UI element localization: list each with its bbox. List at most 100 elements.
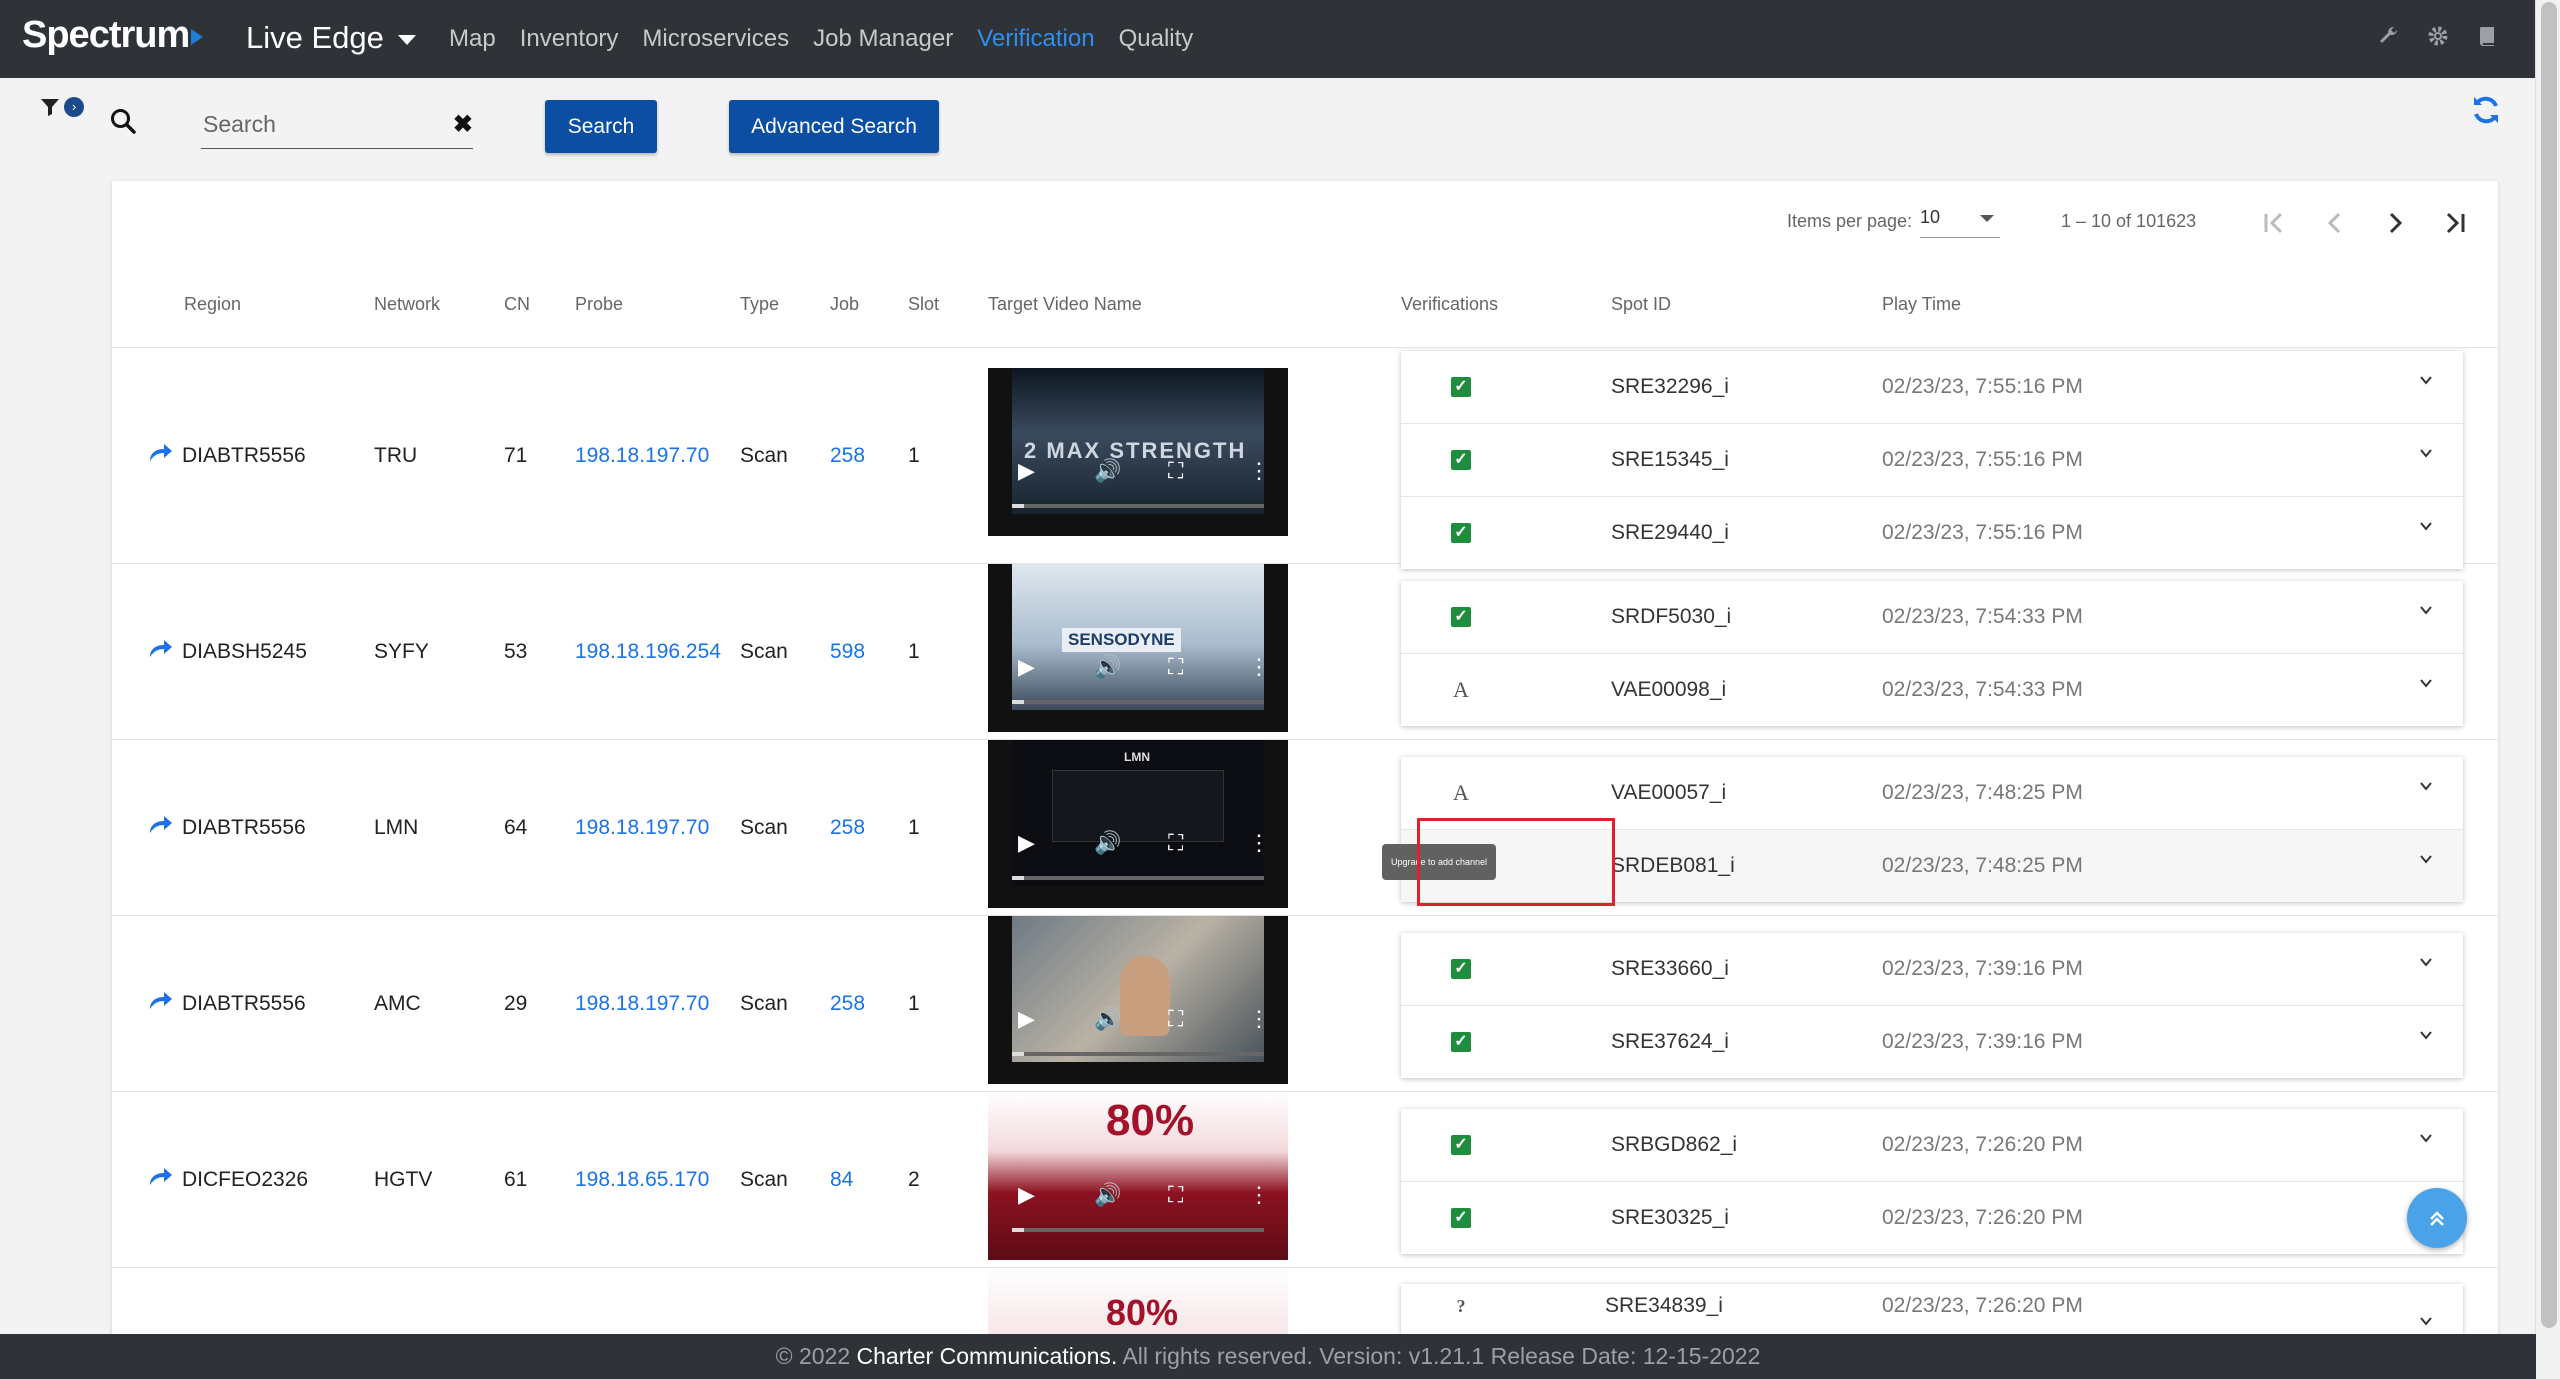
job-link[interactable]: 598 — [830, 640, 865, 664]
video-player[interactable]: 80% ▶ 🔊 ⛶ ⋮ — [988, 1092, 1288, 1260]
play-icon[interactable]: ▶ — [1018, 458, 1035, 484]
probe-link[interactable]: 198.18.196.254 — [575, 640, 721, 664]
share-arrow-icon[interactable] — [148, 1165, 174, 1187]
verification-row[interactable]: A VAE00098_i 02/23/23, 7:54:33 PM — [1401, 654, 2463, 726]
more-options-icon[interactable]: ⋮ — [1248, 654, 1270, 680]
last-page-button[interactable] — [2435, 203, 2475, 243]
verification-row[interactable]: ✓ SRE37624_i 02/23/23, 7:39:16 PM — [1401, 1006, 2463, 1078]
nav-map[interactable]: Map — [449, 25, 496, 53]
play-icon[interactable]: ▶ — [1018, 654, 1035, 680]
job-link[interactable]: 84 — [830, 1168, 853, 1192]
play-icon[interactable]: ▶ — [1018, 1182, 1035, 1208]
product-selector[interactable]: Live Edge — [246, 20, 416, 56]
column-header-verifications[interactable]: Verifications — [1401, 294, 1498, 315]
chevron-down-icon[interactable] — [2419, 446, 2433, 460]
chevron-down-icon[interactable] — [2419, 1131, 2433, 1145]
column-header-target-video-name[interactable]: Target Video Name — [988, 294, 1142, 315]
play-icon[interactable]: ▶ — [1018, 1006, 1035, 1032]
column-header-play-time[interactable]: Play Time — [1882, 294, 1961, 315]
nav-job-manager[interactable]: Job Manager — [813, 25, 953, 53]
job-link[interactable]: 258 — [830, 816, 865, 840]
chevron-down-icon[interactable] — [2419, 519, 2433, 533]
items-per-page-select[interactable]: 10 — [1920, 207, 2000, 238]
volume-icon[interactable]: 🔊 — [1094, 1006, 1121, 1032]
advanced-search-button[interactable]: Advanced Search — [729, 100, 939, 153]
next-page-button[interactable] — [2375, 203, 2415, 243]
wrench-icon[interactable] — [2376, 24, 2400, 55]
fullscreen-icon[interactable]: ⛶ — [1168, 654, 1183, 680]
chevron-down-icon[interactable] — [2419, 373, 2433, 387]
first-page-button[interactable] — [2255, 203, 2295, 243]
more-options-icon[interactable]: ⋮ — [1248, 458, 1270, 484]
volume-icon[interactable]: 🔊 — [1094, 458, 1121, 484]
share-arrow-icon[interactable] — [148, 637, 174, 659]
search-button[interactable]: Search — [545, 100, 657, 153]
verification-row[interactable]: ✓ SRE32296_i 02/23/23, 7:55:16 PM — [1401, 351, 2463, 424]
column-header-network[interactable]: Network — [374, 294, 440, 315]
job-link[interactable]: 258 — [830, 444, 865, 468]
chevron-down-icon[interactable] — [2419, 676, 2433, 690]
volume-icon[interactable]: 🔊 — [1094, 830, 1121, 856]
job-link[interactable]: 258 — [830, 992, 865, 1016]
column-header-spot-id[interactable]: Spot ID — [1611, 294, 1671, 315]
column-header-cn[interactable]: CN — [504, 294, 530, 315]
probe-link[interactable]: 198.18.197.70 — [575, 992, 709, 1016]
verification-row[interactable]: ✓ SRE33660_i 02/23/23, 7:39:16 PM — [1401, 933, 2463, 1006]
share-arrow-icon[interactable] — [148, 441, 174, 463]
filter-toggle-icon[interactable]: › — [64, 97, 84, 117]
volume-icon[interactable]: 🔊 — [1094, 1182, 1121, 1208]
column-header-probe[interactable]: Probe — [575, 294, 623, 315]
gear-icon[interactable] — [2426, 24, 2450, 55]
video-player[interactable]: 80% — [988, 1268, 1288, 1341]
more-options-icon[interactable]: ⋮ — [1248, 1182, 1270, 1208]
verification-row[interactable]: ✓ SRDF5030_i 02/23/23, 7:54:33 PM — [1401, 581, 2463, 654]
scrollbar-thumb[interactable] — [2541, 2, 2557, 1328]
probe-link[interactable]: 198.18.65.170 — [575, 1168, 709, 1192]
fullscreen-icon[interactable]: ⛶ — [1168, 458, 1183, 484]
chevron-down-icon[interactable] — [2419, 1028, 2433, 1042]
fullscreen-icon[interactable]: ⛶ — [1168, 1006, 1183, 1032]
refresh-icon[interactable] — [2470, 94, 2502, 126]
clear-icon[interactable]: ✖ — [453, 110, 473, 139]
video-player[interactable]: ▶ 🔊 ⛶ ⋮ — [988, 916, 1288, 1084]
filter-icon[interactable] — [40, 97, 60, 123]
more-options-icon[interactable]: ⋮ — [1248, 830, 1270, 856]
fullscreen-icon[interactable]: ⛶ — [1168, 1182, 1183, 1208]
nav-inventory[interactable]: Inventory — [520, 25, 619, 53]
verification-row[interactable]: ✓ SRE15345_i 02/23/23, 7:55:16 PM — [1401, 424, 2463, 497]
search-input[interactable] — [201, 110, 425, 139]
probe-link[interactable]: 198.18.197.70 — [575, 816, 709, 840]
more-options-icon[interactable]: ⋮ — [1248, 1006, 1270, 1032]
previous-page-button[interactable] — [2315, 203, 2355, 243]
scroll-to-top-button[interactable] — [2407, 1188, 2467, 1248]
video-progress-bar[interactable] — [1012, 1228, 1264, 1232]
verification-row[interactable]: ? SRE34839_i 02/23/23, 7:26:20 PM — [1401, 1284, 2463, 1334]
nav-quality[interactable]: Quality — [1119, 25, 1194, 53]
share-arrow-icon[interactable] — [148, 989, 174, 1011]
verification-row[interactable]: ✓ SRE30325_i 02/23/23, 7:26:20 PM — [1401, 1182, 2463, 1254]
play-icon[interactable]: ▶ — [1018, 830, 1035, 856]
column-header-job[interactable]: Job — [830, 294, 859, 315]
chevron-down-icon[interactable] — [2419, 779, 2433, 793]
video-progress-bar[interactable] — [1012, 876, 1264, 880]
column-header-type[interactable]: Type — [740, 294, 779, 315]
chevron-down-icon[interactable] — [2419, 852, 2433, 866]
volume-icon[interactable]: 🔊 — [1094, 654, 1121, 680]
column-header-region[interactable]: Region — [184, 294, 241, 315]
verification-row[interactable]: ✓ SRBGD862_i 02/23/23, 7:26:20 PM — [1401, 1109, 2463, 1182]
spectrum-logo[interactable]: Spectrum — [22, 14, 204, 57]
search-icon[interactable] — [110, 108, 136, 134]
video-player[interactable]: LMN ▶ 🔊 ⛶ ⋮ — [988, 740, 1288, 908]
column-header-slot[interactable]: Slot — [908, 294, 939, 315]
nav-verification[interactable]: Verification — [977, 25, 1094, 53]
fullscreen-icon[interactable]: ⛶ — [1168, 830, 1183, 856]
chevron-down-icon[interactable] — [2419, 603, 2433, 617]
share-arrow-icon[interactable] — [148, 813, 174, 835]
video-player[interactable]: SENSODYNE ▶ 🔊 ⛶ ⋮ — [988, 564, 1288, 732]
video-player[interactable]: 2 MAX STRENGTH ▶ 🔊 ⛶ ⋮ — [988, 368, 1288, 536]
chevron-down-icon[interactable] — [2419, 955, 2433, 969]
book-icon[interactable] — [2476, 24, 2500, 55]
video-progress-bar[interactable] — [1012, 504, 1264, 508]
page-scrollbar[interactable] — [2535, 0, 2560, 1379]
probe-link[interactable]: 198.18.197.70 — [575, 444, 709, 468]
